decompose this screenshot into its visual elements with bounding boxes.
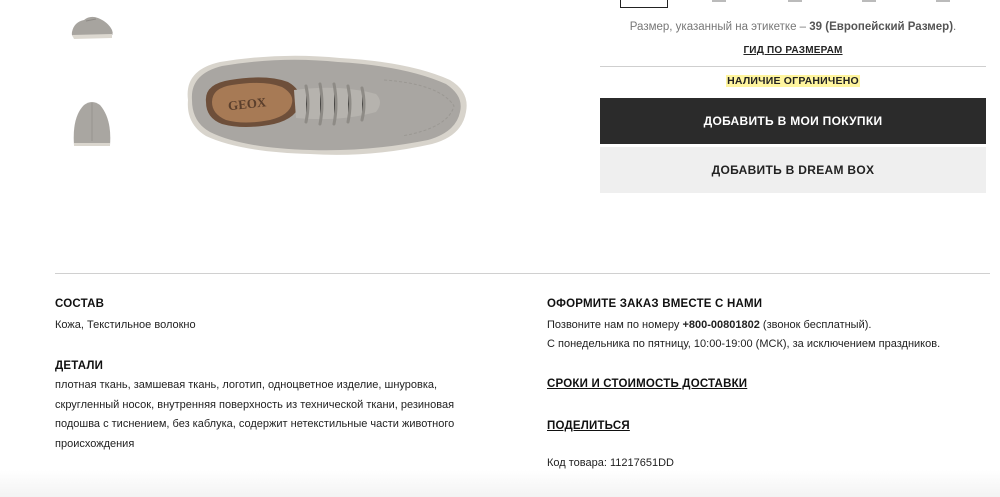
add-to-cart-button[interactable]: ДОБАВИТЬ В МОИ ПОКУПКИ [600,98,986,144]
divider [600,66,986,67]
shoe-back-thumb-icon [73,102,111,146]
bottom-fade [0,470,1000,497]
details-line: происхождения [55,437,135,450]
details-line: скругленный носок, внутренняя поверхност… [55,398,455,411]
size-note-suffix: . [953,21,957,33]
composition-text: Кожа, Текстильное волокно [55,319,196,331]
order-phone-line: Позвоните нам по номеру +800-00801802 (з… [547,316,871,336]
size-option-selected[interactable] [620,0,668,8]
size-guide-link[interactable]: ГИД ПО РАЗМЕРАМ [600,45,986,56]
availability-notice: НАЛИЧИЕ ОГРАНИЧЕНО [600,75,986,87]
thumbnail-side-view[interactable] [68,10,116,42]
order-hours: С понедельника по пятницу, 10:00-19:00 (… [547,338,941,350]
size-option[interactable] [788,0,802,2]
size-option[interactable] [862,0,876,2]
shoe-top-view-icon: GEOX [187,55,467,155]
size-option[interactable] [712,0,726,2]
size-option[interactable] [936,0,950,2]
product-code-label: Код товара: [547,457,607,469]
size-label-note: Размер, указанный на этикетке – 39 (Евро… [600,21,986,33]
delivery-info-link[interactable]: СРОКИ И СТОИМОСТЬ ДОСТАВКИ [547,378,747,390]
details-line: плотная ткань, замшевая ткань, логотип, … [55,379,438,391]
order-title: ОФОРМИТЕ ЗАКАЗ ВМЕСТЕ С НАМИ [547,298,763,310]
size-note-prefix: Размер, указанный на этикетке – [629,21,807,33]
details-line: подошва с тиснением, без каблука, содерж… [55,418,455,430]
shoe-side-thumb-icon [71,16,113,39]
share-link[interactable]: ПОДЕЛИТЬСЯ [547,420,630,432]
phone-prefix: Позвоните нам по номеру [547,319,680,331]
availability-label: НАЛИЧИЕ ОГРАНИЧЕНО [726,75,860,87]
thumbnail-back-view[interactable] [68,97,116,147]
section-divider [55,273,990,274]
product-code-value: 11217651DD [609,457,674,469]
product-main-image[interactable]: GEOX [170,40,480,180]
phone-number[interactable]: +800-00801802 [682,319,759,331]
composition-title: СОСТАВ [55,298,105,310]
details-title: ДЕТАЛИ [55,360,104,372]
size-selector-strip [600,0,986,10]
add-to-dreambox-button[interactable]: ДОБАВИТЬ В DREAM BOX [600,147,986,193]
phone-suffix: (звонок бесплатный). [762,319,872,331]
size-note-value: 39 (Европейский Размер) [809,21,954,33]
details-text: плотная ткань, замшевая ткань, логотип, … [55,376,535,454]
